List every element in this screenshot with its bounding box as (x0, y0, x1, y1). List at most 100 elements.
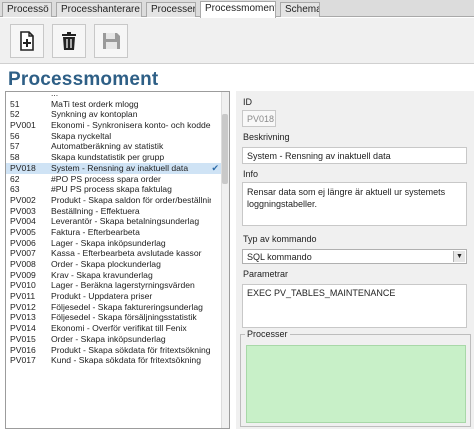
list-item-code: PV009 (10, 269, 36, 280)
list-item[interactable]: PV010 Lager - Beräkna lagerstyrningsvärde… (6, 280, 229, 291)
list-item-name: Faktura - Efterbearbeta (51, 226, 140, 237)
list-item[interactable]: PV009 Krav - Skapa kravunderlag (6, 270, 229, 281)
list-item[interactable]: PV016 Produkt - Skapa sökdata för fritext… (6, 345, 229, 356)
add-document-icon (20, 31, 34, 51)
list-item[interactable]: 58 Skapa kundstatistik per grupp (6, 152, 229, 163)
list-item-name: Automatberäkning av statistik (51, 141, 164, 152)
list-item-code: PV003 (10, 205, 36, 216)
list-item-code: 63 (10, 184, 20, 195)
id-label: ID (243, 97, 252, 107)
info-label: Info (243, 169, 259, 179)
list-item[interactable]: PV015 Order - Skapa inköpsunderlag (6, 334, 229, 345)
list-item-name: Följesedel - Skapa försäljningsstatistik (51, 312, 197, 323)
list-item-code: PV006 (10, 237, 36, 248)
list-item[interactable]: PV002 Produkt - Skapa saldon för order/be… (6, 195, 229, 206)
tab-processer[interactable]: Processer (146, 2, 196, 17)
list-item-name: Lager - Skapa inköpsunderlag (51, 237, 166, 248)
list-item[interactable]: PV007 Kassa - Efterbearbeta avslutade kas… (6, 248, 229, 259)
save-button[interactable] (94, 24, 128, 58)
list-item-name: Beställning - Effektuera (51, 205, 140, 216)
list-item-name: Skapa kundstatistik per grupp (51, 152, 165, 163)
list-item-name: MaTi test orderk mlogg (51, 98, 139, 109)
list-item[interactable]: 63 #PU PS process skapa faktulag (6, 184, 229, 195)
list-item-name: Följesedel - Skapa faktureringsunderlag (51, 301, 203, 312)
list-item-code: PV013 (10, 312, 36, 323)
list-item-code: 58 (10, 152, 20, 163)
list-item[interactable]: 57 Automatberäkning av statistik (6, 141, 229, 152)
detail-panel: ID PV018 Beskrivning System - Rensning a… (236, 91, 474, 429)
tab-processhanterare[interactable]: Processhanterare (56, 2, 142, 17)
id-field: PV018 (242, 110, 276, 127)
list-item[interactable]: ... (6, 91, 229, 99)
list-item-name: Order - Skapa inköpsunderlag (51, 333, 166, 344)
list-item[interactable]: PV001 Ekonomi - Synkronisera konto- och k… (6, 120, 229, 131)
list-item[interactable]: PV011 Produkt - Uppdatera priser (6, 291, 229, 302)
list-item[interactable]: 52 Synkning av kontoplan (6, 109, 229, 120)
kommando-select[interactable]: SQL kommando ▼ (242, 249, 467, 264)
list-item-code: 62 (10, 173, 20, 184)
processer-list[interactable] (246, 345, 466, 423)
list-item-code: 52 (10, 109, 20, 120)
kommando-select-value: SQL kommando (247, 252, 312, 262)
list-item-code: PV008 (10, 259, 36, 269)
beskrivning-label: Beskrivning (243, 132, 290, 142)
processer-group: Processer (240, 329, 471, 427)
list-item-code: 56 (10, 130, 20, 141)
list-item-code: PV018 (10, 162, 36, 173)
list-item[interactable]: PV005 Faktura - Efterbearbeta (6, 227, 229, 238)
list-scrollbar-thumb[interactable] (222, 114, 228, 184)
list-item[interactable]: PV014 Ekonomi - Overför verifikat till Fe… (6, 323, 229, 334)
parametrar-field[interactable]: EXEC PV_TABLES_MAINTENANCE (242, 284, 467, 328)
list-item-code: PV004 (10, 216, 36, 227)
list-item[interactable]: PV003 Beställning - Effektuera (6, 206, 229, 217)
list-scrollbar[interactable] (221, 92, 229, 428)
list-item-name: Skapa nyckeltal (51, 130, 112, 141)
list-item-name: ... (51, 91, 59, 98)
beskrivning-field[interactable]: System - Rensning av inaktuell data (242, 147, 467, 164)
toolbar (0, 18, 474, 64)
list-item[interactable]: PV013 Följesedel - Skapa försäljningsstat… (6, 312, 229, 323)
list-item-name: Kassa - Efterbearbeta avslutade kassor (51, 248, 202, 259)
list-item[interactable]: 62 #PO PS process spara order (6, 174, 229, 185)
list-item-code: PV017 (10, 355, 36, 366)
list-item-name: Order - Skapa plockunderlag (51, 259, 161, 269)
processer-label: Processer (245, 329, 290, 339)
list-item-name: Leverantör - Skapa betalningsunderlag (51, 216, 200, 227)
list-item[interactable]: 51 MaTi test orderk mlogg (6, 99, 229, 110)
list-item[interactable]: PV006 Lager - Skapa inköpsunderlag (6, 238, 229, 249)
list-item[interactable]: 56 Skapa nyckeltal (6, 131, 229, 142)
chevron-down-icon: ✔ (211, 162, 219, 173)
list-item-code: PV010 (10, 280, 36, 291)
chevron-down-icon[interactable]: ▼ (453, 251, 465, 262)
tab-schema[interactable]: Schema (280, 2, 320, 17)
list-item[interactable]: PV017 Kund - Skapa sökdata för fritextsök… (6, 355, 229, 366)
list-item-selected[interactable]: PV018 System - Rensning av inaktuell data… (6, 162, 229, 174)
list-item-name: Synkning av kontoplan (51, 109, 138, 120)
list-item-code: PV007 (10, 248, 36, 259)
list-item-name: Kund - Skapa sökdata för fritextsökning (51, 355, 201, 366)
list-item-code: 57 (10, 141, 20, 152)
list-item-name: Lager - Beräkna lagerstyrningsvärden (51, 280, 195, 291)
list-item-code: PV001 (10, 120, 36, 131)
list-item-code: PV015 (10, 333, 36, 344)
tab-processmoment[interactable]: Processmoment (200, 1, 276, 18)
list-item-code: PV005 (10, 226, 36, 237)
list-item-code: PV011 (10, 291, 36, 302)
tab-processoversikt[interactable]: Processö (2, 2, 52, 17)
list-item-name: System - Rensning av inaktuell data (51, 162, 189, 173)
list-item-code: PV002 (10, 194, 36, 205)
list-item-name: Produkt - Skapa saldon för order/beställ… (51, 194, 211, 205)
list-item-name: Ekonomi - Overför verifikat till Fenix (51, 323, 187, 334)
delete-button[interactable] (52, 24, 86, 58)
add-button[interactable] (10, 24, 44, 58)
list-item[interactable]: PV012 Följesedel - Skapa faktureringsunde… (6, 302, 229, 313)
tab-bar: Processö Processhanterare Processer Proc… (0, 0, 474, 18)
list-item-name: #PO PS process spara order (51, 173, 161, 184)
list-item-code: PV012 (10, 301, 36, 312)
list-item[interactable]: PV004 Leverantör - Skapa betalningsunderl… (6, 216, 229, 227)
save-icon (103, 33, 120, 49)
list-item[interactable]: PV008 Order - Skapa plockunderlag (6, 259, 229, 270)
parametrar-label: Parametrar (243, 269, 289, 279)
processmoment-list[interactable]: ... 51 MaTi test orderk mlogg 52 Synkning av… (5, 91, 230, 429)
info-field[interactable]: Rensar data som ej längre är aktuell ur … (242, 182, 467, 226)
